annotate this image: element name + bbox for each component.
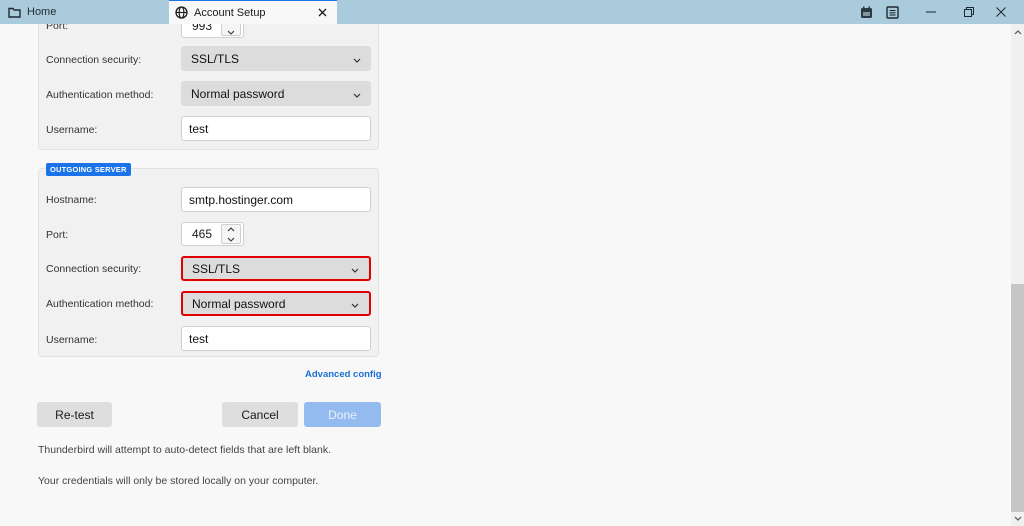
folder-icon	[8, 7, 21, 18]
scrollbar-thumb[interactable]	[1011, 284, 1024, 512]
tab-home[interactable]: Home	[0, 0, 56, 24]
close-tab-icon[interactable]	[311, 2, 333, 24]
outgoing-connection-security-select[interactable]: SSL/TLS	[181, 256, 371, 281]
title-bar: Home Account Setup	[0, 0, 1024, 24]
incoming-connection-security-select[interactable]: SSL/TLS	[181, 46, 371, 71]
scroll-up-icon[interactable]	[1011, 26, 1024, 38]
chevron-down-icon[interactable]	[222, 235, 240, 244]
incoming-auth-method-label: Authentication method:	[46, 89, 154, 101]
done-button[interactable]: Done	[304, 402, 381, 427]
scroll-down-icon[interactable]	[1011, 512, 1024, 524]
chevron-down-icon	[353, 87, 361, 101]
tab-home-label: Home	[27, 6, 57, 18]
incoming-auth-method-select[interactable]: Normal password	[181, 81, 371, 106]
credentials-note: Your credentials will only be stored loc…	[38, 475, 319, 487]
chevron-down-icon	[351, 262, 359, 276]
incoming-connection-security-label: Connection security:	[46, 54, 142, 66]
outgoing-connection-security-label: Connection security:	[46, 263, 142, 275]
incoming-username-label: Username:	[46, 124, 98, 136]
autodetect-note: Thunderbird will attempt to auto-detect …	[38, 444, 331, 456]
outgoing-port-label: Port:	[46, 229, 69, 241]
calendar-icon[interactable]	[857, 3, 875, 21]
globe-icon	[175, 6, 188, 19]
outgoing-port-value[interactable]: 465	[182, 223, 222, 245]
outgoing-port-spin[interactable]	[221, 224, 241, 244]
outgoing-auth-method-select[interactable]: Normal password	[181, 291, 371, 316]
chevron-down-icon	[353, 52, 361, 66]
chevron-down-icon[interactable]	[222, 28, 240, 37]
outgoing-connection-security-value: SSL/TLS	[192, 261, 241, 276]
outgoing-hostname-input[interactable]: smtp.hostinger.com	[181, 187, 371, 212]
incoming-username-input[interactable]: test	[181, 116, 371, 141]
outgoing-hostname-label: Hostname:	[46, 194, 97, 206]
chevron-up-icon[interactable]	[222, 225, 240, 234]
outgoing-auth-method-value: Normal password	[192, 296, 286, 311]
outgoing-port-stepper[interactable]: 465	[181, 222, 244, 246]
advanced-config-link[interactable]: Advanced config	[305, 369, 382, 380]
outgoing-username-label: Username:	[46, 334, 98, 346]
retest-button[interactable]: Re-test	[37, 402, 112, 427]
tab-account-setup-label: Account Setup	[194, 6, 266, 19]
chevron-down-icon	[351, 297, 359, 311]
outgoing-auth-method-label: Authentication method:	[46, 298, 154, 310]
incoming-auth-method-value: Normal password	[191, 86, 285, 101]
close-window-icon[interactable]	[978, 0, 1024, 24]
tab-account-setup[interactable]: Account Setup	[169, 0, 337, 24]
outgoing-server-badge: OUTGOING SERVER	[46, 163, 131, 176]
outgoing-username-input[interactable]: test	[181, 326, 371, 351]
incoming-connection-security-value: SSL/TLS	[191, 51, 240, 66]
tasks-icon[interactable]	[883, 3, 901, 21]
cancel-button[interactable]: Cancel	[222, 402, 298, 427]
